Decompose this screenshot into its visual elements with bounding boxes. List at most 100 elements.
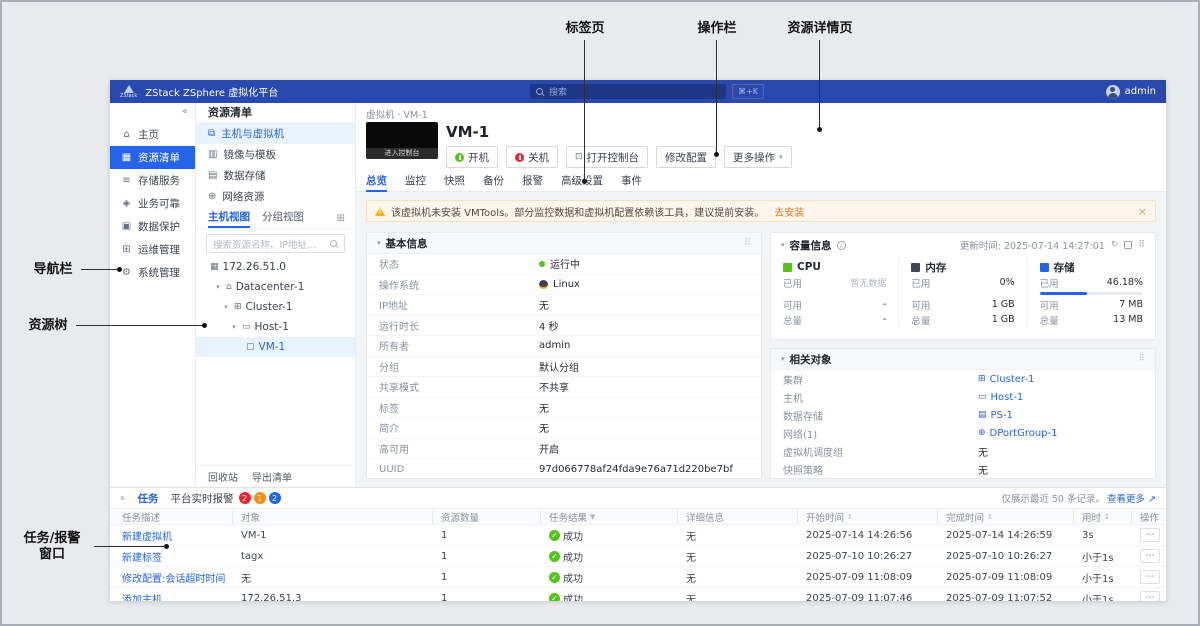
modify-config-button[interactable]: 修改配置: [656, 146, 716, 168]
view-more-link[interactable]: 查看更多 ↗: [1107, 491, 1156, 505]
enter-console-button[interactable]: 进入控制台: [366, 148, 438, 159]
global-search-placeholder: 搜索: [549, 85, 567, 98]
task-desc-link[interactable]: 修改配置:会话超时时间: [122, 570, 225, 585]
tab-backup[interactable]: 备份: [483, 172, 504, 192]
resource-item-label: 网络资源: [222, 189, 264, 204]
caret-down-icon[interactable]: ▾: [230, 323, 238, 331]
info-row-uuid: UUID97d066778af24fda9e76a71d220be7bf: [367, 459, 761, 479]
sidebar-item-label: 存储服务: [138, 173, 180, 188]
critical-alarm-badge[interactable]: 2: [239, 492, 251, 504]
sidebar-item-home[interactable]: ⌂主页: [110, 123, 195, 146]
memory-icon: [911, 263, 920, 272]
sidebar-item-label: 主页: [138, 127, 159, 142]
row-actions-button[interactable]: ⋯: [1140, 549, 1160, 563]
tab-host-view[interactable]: 主机视图: [208, 206, 250, 228]
close-icon[interactable]: ×: [1138, 205, 1147, 218]
view-layout-icon[interactable]: ⊞: [337, 213, 345, 224]
open-console-button[interactable]: ⊡打开控制台: [566, 146, 648, 168]
more-actions-button[interactable]: 更多操作▾: [724, 146, 792, 168]
row-actions-button[interactable]: ⋯: [1140, 570, 1160, 584]
tab-events[interactable]: 事件: [621, 172, 642, 192]
drag-handle-icon[interactable]: ⠿: [744, 238, 751, 248]
drag-handle-icon[interactable]: ⠿: [1138, 240, 1145, 250]
tree-node-cluster[interactable]: ▾⊞Cluster-1: [196, 297, 355, 317]
major-alarm-badge[interactable]: 1: [254, 492, 266, 504]
info-value: 开启: [539, 441, 559, 456]
filter-icon[interactable]: ▼: [590, 513, 595, 521]
caret-down-icon[interactable]: ▾: [214, 283, 222, 291]
power-on-button[interactable]: 开机: [446, 146, 498, 168]
task-end-time: 2025-07-09 11:08:09: [937, 572, 1073, 583]
tree-node-datacenter[interactable]: ▾⌂Datacenter-1: [196, 277, 355, 297]
user-menu[interactable]: admin: [1106, 80, 1156, 103]
tab-tasks[interactable]: 任务: [138, 491, 159, 506]
fullscreen-icon[interactable]: [1124, 241, 1132, 249]
info-alarm-badge[interactable]: 2: [269, 492, 281, 504]
network-icon: ⊕: [208, 191, 216, 202]
column-header: 完成时间: [946, 510, 984, 524]
sort-icon[interactable]: ↕: [847, 513, 853, 521]
sidebar-collapse-icon[interactable]: «: [182, 106, 188, 117]
nav-sidebar: « ⌂主页 ▦资源清单 ≡存储服务 ◈业务可靠 ▣数据保护 ⊞运维管理 ⚙系统管…: [110, 103, 196, 487]
datastore-link[interactable]: ▤PS-1: [978, 410, 1013, 421]
network-link[interactable]: ⊕DPortGroup-1: [978, 428, 1058, 439]
refresh-icon[interactable]: ↻: [1111, 240, 1119, 250]
image-template-icon: ▥: [208, 149, 217, 160]
tree-node-zone[interactable]: ▦172.26.51.0: [196, 257, 355, 277]
capacity-value: 0%: [1000, 277, 1015, 288]
column-header: 任务结果: [549, 510, 587, 524]
info-label: 简介: [379, 420, 539, 435]
tree-node-vm[interactable]: ▢VM-1: [196, 337, 355, 357]
console-thumbnail[interactable]: 进入控制台: [366, 122, 438, 159]
export-list-link[interactable]: 导出清单: [252, 469, 292, 484]
resource-item-datastore[interactable]: ▤数据存储: [196, 165, 355, 186]
cluster-link[interactable]: ⊞Cluster-1: [978, 374, 1034, 385]
sidebar-item-resources[interactable]: ▦资源清单: [110, 146, 195, 169]
tab-group-view[interactable]: 分组视图: [262, 206, 304, 228]
tab-platform-alarms[interactable]: 平台实时报警: [171, 491, 234, 506]
task-desc-link[interactable]: 新建虚拟机: [122, 528, 172, 543]
sidebar-item-storage[interactable]: ≡存储服务: [110, 169, 195, 192]
task-object: VM-1: [232, 530, 432, 541]
sidebar-item-business[interactable]: ◈业务可靠: [110, 192, 195, 215]
collapse-caret-icon[interactable]: ▾: [781, 355, 785, 363]
task-panel-tabbar: « 任务 平台实时报警 2 1 2 仅展示最近 50 条记录。 查看更多 ↗: [110, 488, 1166, 508]
row-actions-button[interactable]: ⋯: [1140, 591, 1160, 601]
resource-item-network[interactable]: ⊕ 网络资源: [196, 186, 355, 207]
global-search-input[interactable]: 搜索: [530, 84, 726, 99]
sidebar-item-system[interactable]: ⚙系统管理: [110, 261, 195, 284]
panel-collapse-icon[interactable]: «: [118, 495, 128, 501]
tab-overview[interactable]: 总览: [366, 172, 387, 192]
power-off-button[interactable]: 关机: [506, 146, 558, 168]
task-desc-link[interactable]: 添加主机: [122, 591, 162, 602]
sidebar-item-data-protection[interactable]: ▣数据保护: [110, 215, 195, 238]
task-detail: 无: [677, 570, 797, 585]
install-vmtools-link[interactable]: 去安装: [774, 204, 804, 219]
tree-node-host[interactable]: ▾▭Host-1: [196, 317, 355, 337]
caret-down-icon[interactable]: ▾: [222, 303, 230, 311]
collapse-caret-icon[interactable]: ▾: [781, 241, 785, 249]
capacity-name: CPU: [797, 261, 821, 273]
resource-item-hosts-vms[interactable]: ⧉主机与虚拟机: [196, 123, 355, 144]
row-actions-button[interactable]: ⋯: [1140, 528, 1160, 542]
drag-handle-icon[interactable]: ⠿: [1138, 354, 1145, 364]
recycle-bin-link[interactable]: 回收站: [208, 469, 238, 484]
table-row: 新建虚拟机 VM-1 1 ✓成功 无 2025-07-14 14:26:56 2…: [110, 525, 1166, 546]
sidebar-item-ops[interactable]: ⊞运维管理: [110, 238, 195, 261]
tab-alarm[interactable]: 报警: [522, 172, 543, 192]
sort-icon[interactable]: ↕: [1104, 513, 1110, 521]
info-value: 运行中: [550, 256, 580, 271]
tab-snapshot[interactable]: 快照: [444, 172, 465, 192]
sort-icon[interactable]: ↕: [987, 513, 993, 521]
tree-search-input[interactable]: 搜索资源名称、IP地址、MA...: [206, 234, 345, 253]
annotation-resource-tree: 资源树: [24, 318, 72, 334]
task-start-time: 2025-07-10 10:26:27: [797, 551, 937, 562]
host-link[interactable]: ▭Host-1: [978, 392, 1023, 403]
resource-item-images[interactable]: ▥镜像与模板: [196, 144, 355, 165]
vmtools-warning-banner: 该虚拟机未安装 VMTools。部分监控数据和虚拟机配置依赖该工具，建议提前安装…: [366, 200, 1156, 222]
tab-monitoring[interactable]: 监控: [405, 172, 426, 192]
task-desc-link[interactable]: 新建标签: [122, 549, 162, 564]
resource-item-label: 主机与虚拟机: [221, 126, 284, 141]
info-row-ha: 高可用开启: [367, 439, 761, 460]
collapse-caret-icon[interactable]: ▾: [377, 239, 381, 247]
